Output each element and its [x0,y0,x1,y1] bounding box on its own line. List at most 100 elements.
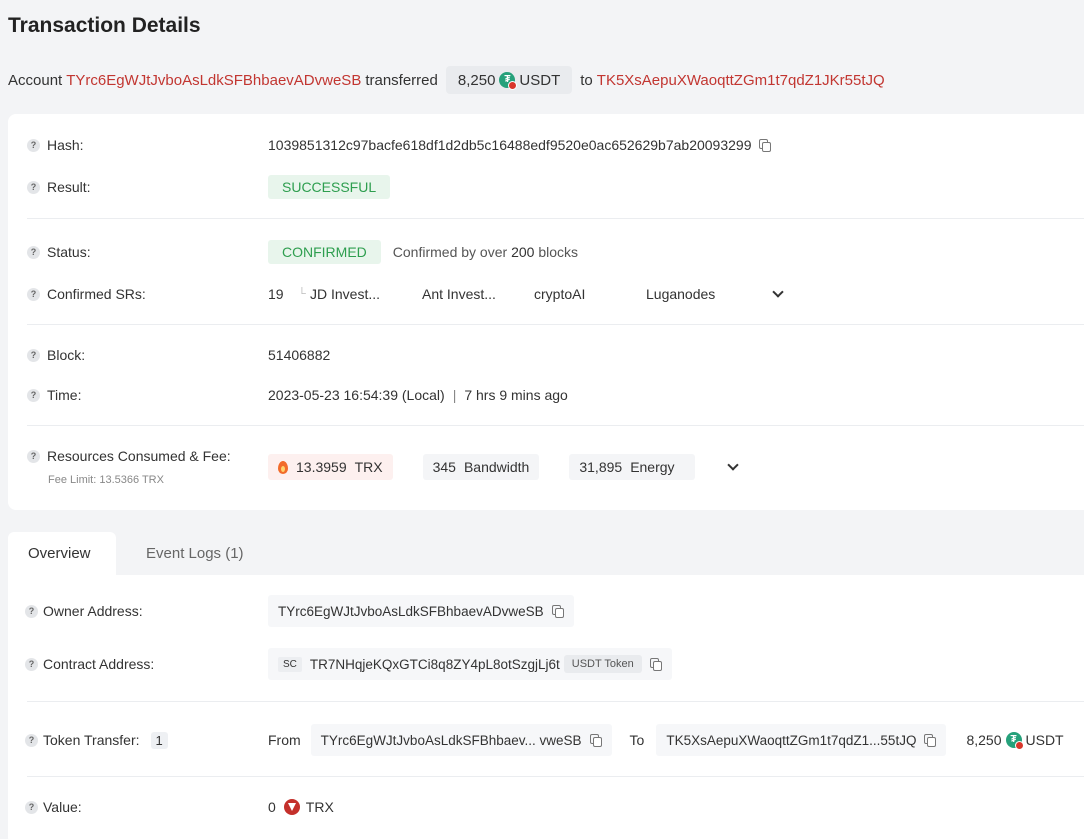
amount-value: 8,250 [457,71,496,89]
hash-label: Hash: [47,137,84,153]
copy-icon[interactable] [759,139,772,152]
to-address-link[interactable]: TK5XsAepuXWaoqttZGm1t7qdZ1JKr55tJQ [597,72,885,89]
question-icon[interactable]: ? [25,604,38,618]
result-row: ? Result: SUCCESSFUL [27,175,1084,199]
transfer-summary: Account TYrc6EgWJtJvboAsLdkSFBhbaevADvwe… [8,66,885,94]
question-icon[interactable]: ? [27,449,40,463]
status-label: Status: [47,244,91,260]
to-label: To [629,732,645,748]
detail-tabs: Overview Event Logs (1) [8,532,264,575]
contract-address-row: ? Contract Address: SC TR7NHqjeKQxGTCi8q8… [25,648,1084,680]
question-icon[interactable]: ? [25,800,38,814]
status-note-count: 200 [511,244,535,260]
hash-value: 1039851312c97bacfe618df1d2db5c16488edf95… [268,137,752,153]
contract-address-value: TR7NHqjeKQxGTCi8q8ZY4pL8otSzgjLj6t [309,656,560,672]
sr-item[interactable]: JD Invest... [310,286,422,302]
copy-icon[interactable] [649,658,662,671]
tab-overview[interactable]: Overview [8,532,116,575]
fee-limit: Fee Limit: 13.5366 TRX [48,474,164,486]
energy-value: 31,895 [579,459,623,475]
confirmed-srs-count: 19 [268,286,284,302]
token-transfer-row: ? Token Transfer: 1 From TYrc6EgWJtJvboAsL… [25,724,1084,756]
copy-icon[interactable] [551,605,564,618]
question-icon[interactable]: ? [27,245,40,259]
fee-trx-chip: 13.3959 TRX [268,454,393,480]
transferred-label: transferred [365,71,438,89]
time-ago: 7 hrs 9 mins ago [464,387,568,403]
transfer-amount: 8,250 [966,732,1002,748]
bandwidth-unit: Bandwidth [463,459,530,475]
page-title: Transaction Details [8,14,201,37]
result-label: Result: [47,179,91,195]
question-icon[interactable]: ? [25,657,38,671]
confirmed-srs-row: ? Confirmed SRs: 19 └ JD Invest... Ant In… [27,282,1084,306]
hash-row: ? Hash: 1039851312c97bacfe618df1d2db5c164… [27,133,1084,157]
copy-icon[interactable] [924,734,937,747]
question-icon[interactable]: ? [27,180,40,194]
transaction-details-card: ? Hash: 1039851312c97bacfe618df1d2db5c164… [8,114,1084,510]
to-label: to [580,71,593,89]
value-label: Value: [43,799,82,815]
value-unit: TRX [305,799,334,815]
sr-item[interactable]: Ant Invest... [422,286,534,302]
tab-event-logs[interactable]: Event Logs (1) [116,532,264,575]
question-icon[interactable]: ? [27,348,40,362]
chevron-down-icon[interactable] [726,459,739,471]
block-link[interactable]: 51406882 [268,347,330,363]
smart-contract-tag: SC [278,656,302,672]
usdt-token-tag: USDT Token [563,655,642,673]
owner-address-value: TYrc6EgWJtJvboAsLdkSFBhbaevADvweSB [278,603,544,619]
fee-trx-unit: TRX [354,459,383,475]
question-icon[interactable]: ? [27,388,40,402]
divider [27,701,1084,702]
contract-address-label: Contract Address: [43,656,155,672]
from-label: From [268,732,301,748]
bandwidth-value: 345 [432,459,456,475]
resources-values: 13.3959 TRX 345 Bandwidth 31,895 Energy [268,454,1084,480]
question-icon[interactable]: ? [27,138,40,152]
time-separator: | [452,387,457,403]
from-address-link[interactable]: TYrc6EgWJtJvboAsLdkSFBhbaevADvweSB [66,72,361,89]
sr-item[interactable]: Luganodes [646,286,774,302]
token-transfer-label: Token Transfer: [43,732,140,748]
status-note-suffix: blocks [538,244,578,260]
block-label: Block: [47,347,86,363]
bandwidth-chip: 345 Bandwidth [422,454,540,480]
usdt-icon: ₮ [499,72,518,90]
account-label: Account [8,71,63,89]
energy-chip: 31,895 Energy [569,454,695,480]
token-transfer-count: 1 [150,731,168,749]
time-row: ? Time: 2023-05-23 16:54:39 (Local) | 7 h… [27,383,1084,407]
divider [27,324,1084,325]
result-badge: SUCCESSFUL [268,175,391,199]
resources-label: Resources Consumed & Fee: [47,448,231,464]
from-address-value: TYrc6EgWJtJvboAsLdkSFBhbaev... vweSB [320,732,582,748]
divider [27,218,1084,219]
status-note: Confirmed by over 200 blocks [393,244,578,260]
to-address-box[interactable]: TK5XsAepuXWaoqttZGm1t7qdZ1...55tJQ [656,724,947,756]
owner-address-box[interactable]: TYrc6EgWJtJvboAsLdkSFBhbaevADvweSB [268,595,574,627]
overview-card: ? Owner Address: TYrc6EgWJtJvboAsLdkSFBhb… [8,575,1084,839]
trx-icon [283,799,300,815]
question-icon[interactable]: ? [25,733,38,747]
value-amount: 0 [268,799,276,815]
to-address-value: TK5XsAepuXWaoqttZGm1t7qdZ1...55tJQ [666,732,917,748]
amount-chip: 8,250 ₮ USDT [445,66,573,94]
usdt-icon: ₮ [1005,732,1024,750]
from-address-box[interactable]: TYrc6EgWJtJvboAsLdkSFBhbaev... vweSB [310,724,612,756]
owner-address-row: ? Owner Address: TYrc6EgWJtJvboAsLdkSFBhb… [25,595,1084,627]
amount-token: USDT [519,71,561,89]
chevron-down-icon[interactable] [772,286,784,298]
divider [27,776,1084,777]
contract-address-box[interactable]: SC TR7NHqjeKQxGTCi8q8ZY4pL8otSzgjLj6t US… [268,648,672,680]
owner-address-label: Owner Address: [43,603,143,619]
question-icon[interactable]: ? [27,287,40,301]
divider [27,425,1084,426]
value-row: ? Value: 0 TRX [25,795,1084,819]
copy-icon[interactable] [589,734,602,747]
fee-trx-value: 13.3959 [296,459,347,475]
block-row: ? Block: 51406882 [27,343,1084,367]
transfer-token: USDT [1025,732,1064,748]
sr-item[interactable]: cryptoAI [534,286,646,302]
tree-branch-icon: └ [298,288,306,300]
